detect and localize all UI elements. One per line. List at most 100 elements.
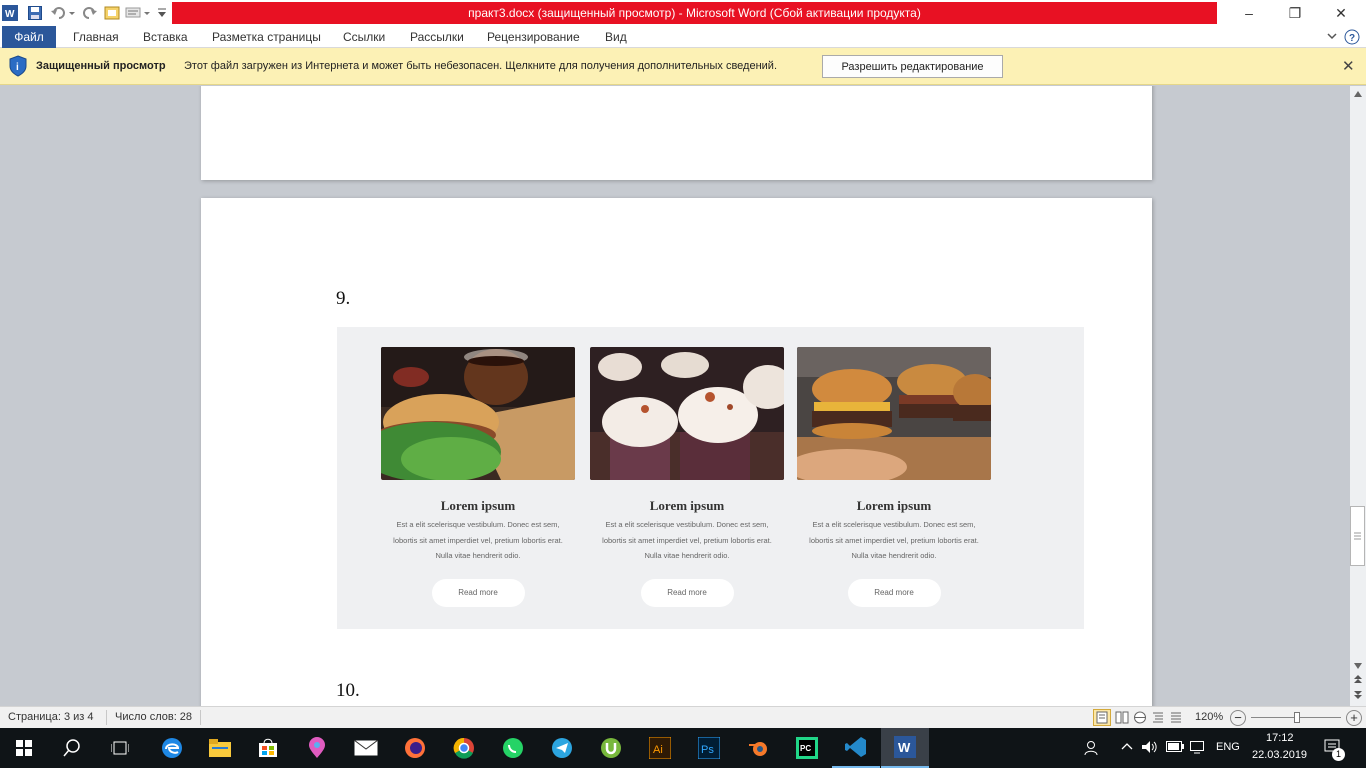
pycharm-icon[interactable]: PC [783,728,831,768]
vertical-scrollbar[interactable] [1350,86,1366,706]
task-view-icon[interactable] [96,728,144,768]
blender-icon[interactable] [734,728,782,768]
svg-text:PC: PC [800,744,811,753]
scroll-up-icon[interactable] [1354,88,1362,100]
read-more-button[interactable]: Read more [431,578,525,607]
zoom-level[interactable]: 120% [1195,711,1223,723]
status-bar: Страница: 3 из 4 Число слов: 28 120% − + [0,706,1366,728]
search-icon[interactable] [48,728,96,768]
tab-references[interactable]: Ссылки [343,26,385,48]
zoom-in-button[interactable]: + [1346,710,1362,726]
card: Lorem ipsum Est a elit scelerisque vesti… [590,347,784,607]
new-document-icon[interactable] [103,4,121,21]
file-explorer-icon[interactable] [196,728,244,768]
clock-time[interactable]: 17:12 [1266,732,1294,744]
zoom-out-button[interactable]: − [1230,710,1246,726]
scroll-down-icon[interactable] [1354,660,1362,672]
tab-review[interactable]: Рецензирование [487,26,580,48]
tab-page-layout[interactable]: Разметка страницы [212,26,321,48]
tab-home[interactable]: Главная [73,26,119,48]
read-more-button[interactable]: Read more [640,578,734,607]
svg-text:W: W [898,740,911,755]
document-area: 9. Lorem ipsum Est a elit scelerisque ve… [0,86,1350,706]
protected-view-close-icon[interactable]: ✕ [1342,57,1355,75]
utorrent-icon[interactable] [587,728,635,768]
title-bar: W практ3.docx (защищенный просмотр) - Mi… [0,0,1366,26]
tab-file[interactable]: Файл [2,26,56,48]
customize-qat-icon[interactable] [156,4,168,21]
cards-figure[interactable]: Lorem ipsum Est a elit scelerisque vesti… [337,327,1084,629]
battery-icon[interactable] [1166,741,1184,755]
taskbar: Ai Ps PC W ENG 17:12 22.03.2019 1 [0,728,1366,768]
illustrator-icon[interactable]: Ai [636,728,684,768]
card-title: Lorem ipsum [440,498,516,513]
web-layout-icon[interactable] [1133,711,1147,727]
firefox-icon[interactable] [391,728,439,768]
word-count[interactable]: Число слов: 28 [115,711,192,723]
card: Lorem ipsum Est a elit scelerisque vesti… [797,347,991,607]
read-more-button[interactable]: Read more [847,578,941,607]
protected-view-title: Защищенный просмотр [36,60,166,72]
ribbon-tabs: Файл Главная Вставка Разметка страницы С… [0,26,1366,48]
maps-pin-icon[interactable] [293,728,341,768]
card-text: Est a elit scelerisque vestibulum. Donec… [393,520,563,560]
whatsapp-icon[interactable] [489,728,537,768]
notification-badge: 1 [1332,748,1345,761]
tab-insert[interactable]: Вставка [143,26,188,48]
card-title: Lorem ipsum [856,498,932,513]
word-taskbar-icon[interactable]: W [881,728,929,768]
page-current: 9. Lorem ipsum Est a elit scelerisque ve… [201,198,1152,706]
svg-text:i: i [16,62,19,73]
minimize-button[interactable]: – [1226,0,1272,26]
edge-icon[interactable] [148,728,196,768]
tab-mailings[interactable]: Рассылки [410,26,464,48]
language-indicator[interactable]: ENG [1216,741,1240,753]
shield-icon: i [9,55,27,77]
vscode-icon[interactable] [832,728,880,768]
people-icon[interactable] [1084,739,1102,760]
windows-start-icon[interactable] [0,728,48,768]
next-page-icon[interactable] [1353,690,1363,703]
format-painter-icon[interactable] [124,4,152,21]
mail-icon[interactable] [342,728,390,768]
redo-icon[interactable] [82,4,98,21]
status-divider [200,710,201,725]
list-number-9: 9. [336,288,351,309]
card-text: Est a elit scelerisque vestibulum. Donec… [602,520,772,560]
draft-icon[interactable] [1169,711,1183,727]
show-hidden-icons-icon[interactable] [1120,741,1134,754]
tab-view[interactable]: Вид [605,26,627,48]
page-previous [201,86,1152,180]
svg-text:?: ? [1349,33,1355,44]
volume-icon[interactable] [1141,739,1159,758]
zoom-slider-thumb[interactable] [1294,712,1300,723]
chrome-icon[interactable] [440,728,488,768]
page-count[interactable]: Страница: 3 из 4 [8,711,94,723]
full-screen-reading-icon[interactable] [1115,711,1129,727]
protected-view-bar: i Защищенный просмотр Этот файл загружен… [0,48,1366,85]
enable-editing-button[interactable]: Разрешить редактирование [822,55,1003,78]
undo-icon[interactable] [50,4,76,21]
telegram-icon[interactable] [538,728,586,768]
store-icon[interactable] [244,728,292,768]
previous-page-icon[interactable] [1353,674,1363,687]
photoshop-icon[interactable]: Ps [685,728,733,768]
save-icon[interactable] [27,4,43,21]
status-divider [106,710,107,725]
network-icon[interactable] [1190,739,1208,758]
card-text: Est a elit scelerisque vestibulum. Donec… [809,520,979,560]
clock-date[interactable]: 22.03.2019 [1252,749,1307,761]
scrollbar-thumb[interactable] [1350,506,1365,566]
outline-icon[interactable] [1151,711,1165,727]
protected-view-message[interactable]: Этот файл загружен из Интернета и может … [184,60,777,72]
print-layout-icon[interactable] [1093,709,1111,726]
word-app-icon[interactable]: W [2,4,18,21]
restore-button[interactable]: ❐ [1272,0,1318,26]
window-title: практ3.docx (защищенный просмотр) - Micr… [172,2,1217,24]
svg-text:Ai: Ai [653,744,663,756]
cupcakes-image [590,347,784,480]
close-button[interactable]: ✕ [1318,0,1364,26]
help-icon[interactable]: ? [1344,29,1360,48]
ribbon-collapse-icon[interactable] [1326,30,1338,45]
card: Lorem ipsum Est a elit scelerisque vesti… [381,347,575,607]
